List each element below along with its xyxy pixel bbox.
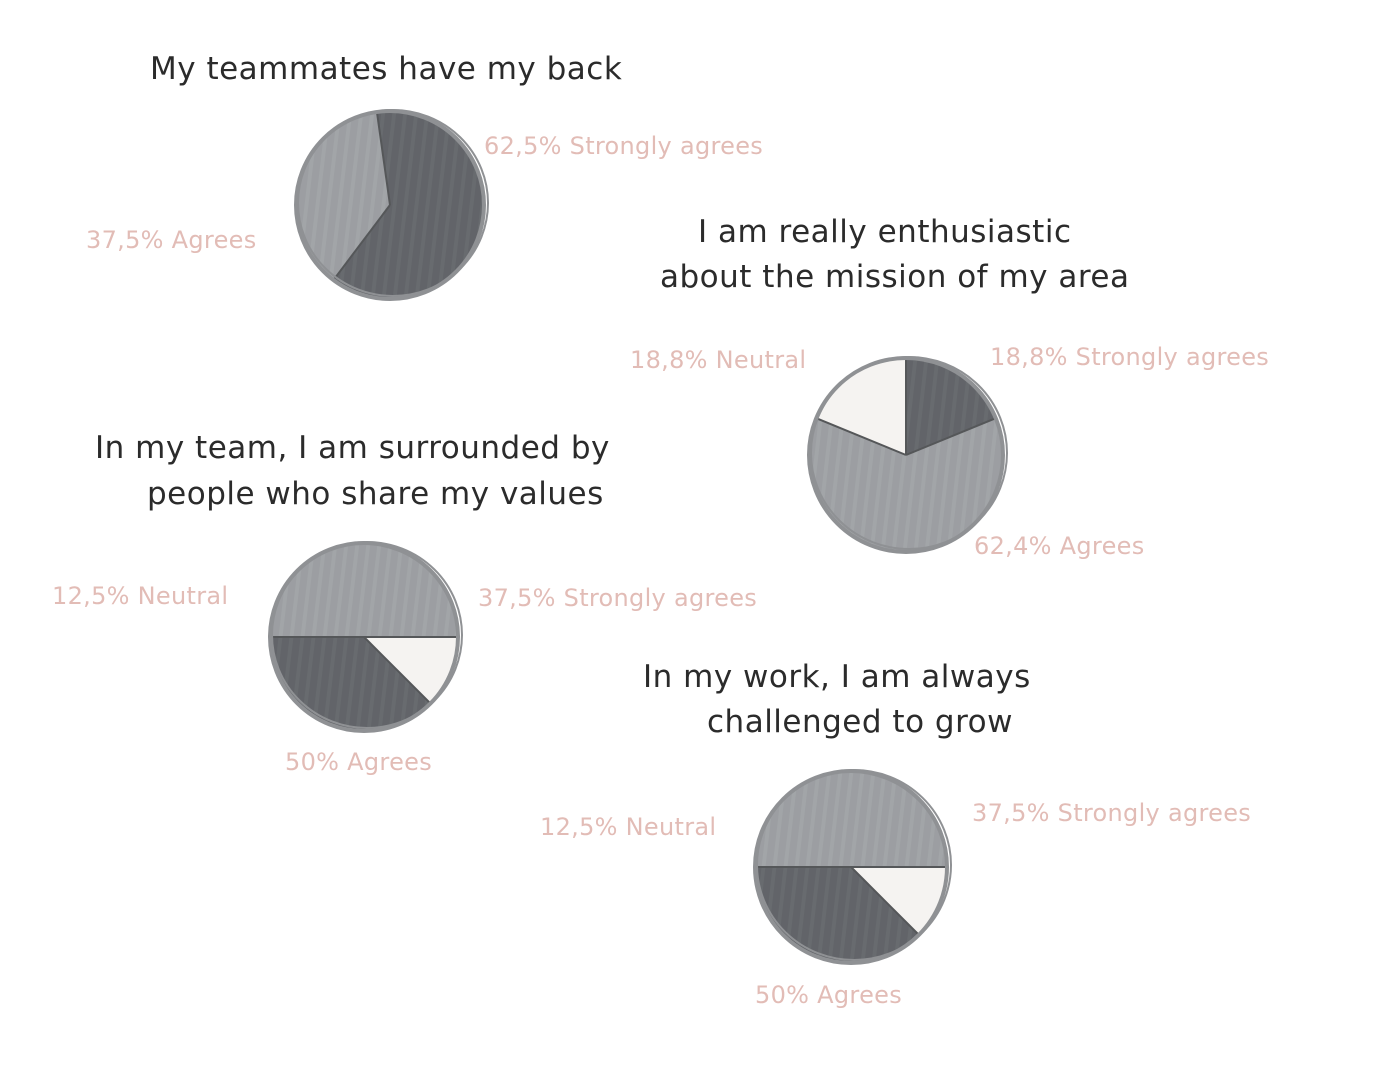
chart1-title: My teammates have my back bbox=[150, 51, 623, 87]
chart3-pie bbox=[268, 541, 463, 733]
chart4-label-neutral: 12,5% Neutral bbox=[540, 813, 717, 841]
chart4-title-line1: In my work, I am always bbox=[643, 659, 1031, 695]
chart3-title-line1: In my team, I am surrounded by bbox=[95, 430, 610, 466]
chart4-label-strongly-agrees: 37,5% Strongly agrees bbox=[972, 799, 1252, 827]
chart2-label-neutral: 18,8% Neutral bbox=[630, 346, 807, 374]
chart2-label-strongly-agrees: 18,8% Strongly agrees bbox=[990, 343, 1270, 371]
chart2-title-line1: I am really enthusiastic bbox=[698, 214, 1072, 250]
chart2-pie bbox=[807, 356, 1008, 554]
chart3-label-agrees: 50% Agrees bbox=[285, 748, 432, 776]
chart4-pie bbox=[753, 769, 952, 965]
chart1-label-agrees: 37,5% Agrees bbox=[86, 226, 257, 254]
chart2-title-line2: about the mission of my area bbox=[660, 259, 1130, 295]
chart1-label-strongly-agrees: 62,5% Strongly agrees bbox=[484, 132, 764, 160]
chart3-label-neutral: 12,5% Neutral bbox=[52, 582, 229, 610]
chart2-label-agrees: 62,4% Agrees bbox=[974, 532, 1145, 560]
chart1-pie bbox=[294, 109, 489, 301]
chart4-label-agrees: 50% Agrees bbox=[755, 981, 902, 1009]
chart3-title-line2: people who share my values bbox=[147, 476, 604, 512]
pie-charts-canvas: My teammates have my back 62,5% Strongly… bbox=[0, 0, 1400, 1082]
chart4-title-line2: challenged to grow bbox=[707, 704, 1013, 740]
chart3-label-strongly-agrees: 37,5% Strongly agrees bbox=[478, 584, 758, 612]
